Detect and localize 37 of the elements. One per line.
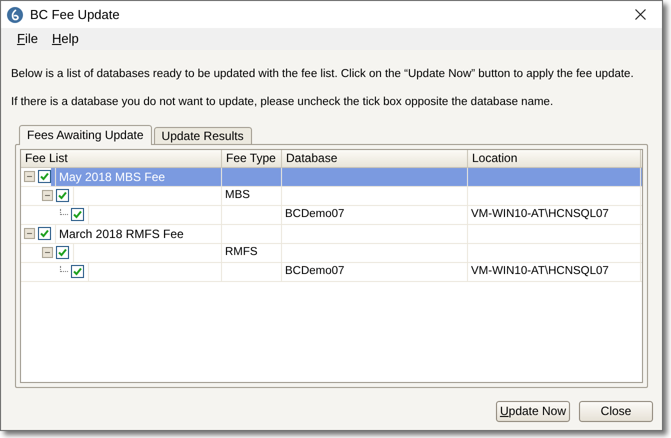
table-cell-text: VM-WIN10-AT\HCNSQL07 <box>471 264 609 279</box>
table-cell-text: BCDemo07 <box>285 206 344 222</box>
tab[interactable]: Fees Awaiting Update <box>19 124 152 144</box>
collapse-icon[interactable] <box>42 247 53 258</box>
menu-item[interactable]: Help <box>46 29 85 49</box>
tree-row[interactable]: March 2018 RMFS Fee <box>21 224 642 244</box>
collapse-icon[interactable] <box>42 190 53 201</box>
table-cell-text: BCDemo07 <box>285 264 344 279</box>
tree-row[interactable]: BCDemo07 VM-WIN10-AT\HCNSQL07 <box>21 206 642 224</box>
checkbox[interactable] <box>71 265 84 278</box>
checkbox[interactable] <box>38 227 51 240</box>
dialog-button[interactable]: Update Now <box>496 400 570 422</box>
column-header[interactable]: Location <box>468 150 641 166</box>
checkbox[interactable] <box>56 189 69 202</box>
table-cell-text: MBS <box>225 188 250 203</box>
column-header[interactable]: Database <box>282 150 468 166</box>
checkbox[interactable] <box>38 170 51 183</box>
tree-item-label[interactable]: March 2018 RMFS Fee <box>59 224 184 242</box>
instruction-text: Below is a list of databases ready to be updated with the fee list. Click on the “Update Now” button to apply the fee update. <box>11 67 635 82</box>
collapse-icon[interactable] <box>24 171 35 182</box>
column-header[interactable]: Fee List <box>21 150 222 166</box>
column-header[interactable]: Fee Type <box>222 150 282 166</box>
tree-row[interactable]: RMFS <box>21 244 642 262</box>
table-cell-text: RMFS <box>225 244 258 260</box>
table-cell-text: VM-WIN10-AT\HCNSQL07 <box>471 206 609 222</box>
tab[interactable]: Update Results <box>154 126 252 144</box>
window-title: BC Fee Update <box>30 6 120 24</box>
app-icon <box>7 6 23 22</box>
instruction-text: If there is a database you do not want to update, please uncheck the tick box opposite the database name. <box>11 95 554 110</box>
collapse-icon[interactable] <box>24 228 35 239</box>
menu-item[interactable]: File <box>11 29 44 49</box>
close-icon[interactable] <box>635 9 646 20</box>
checkbox[interactable] <box>56 246 69 259</box>
checkbox[interactable] <box>71 208 84 221</box>
dialog-button[interactable]: Close <box>579 400 653 422</box>
tree-row[interactable]: MBS <box>21 186 642 206</box>
tree-row[interactable]: BCDemo07 VM-WIN10-AT\HCNSQL07 <box>21 262 642 282</box>
